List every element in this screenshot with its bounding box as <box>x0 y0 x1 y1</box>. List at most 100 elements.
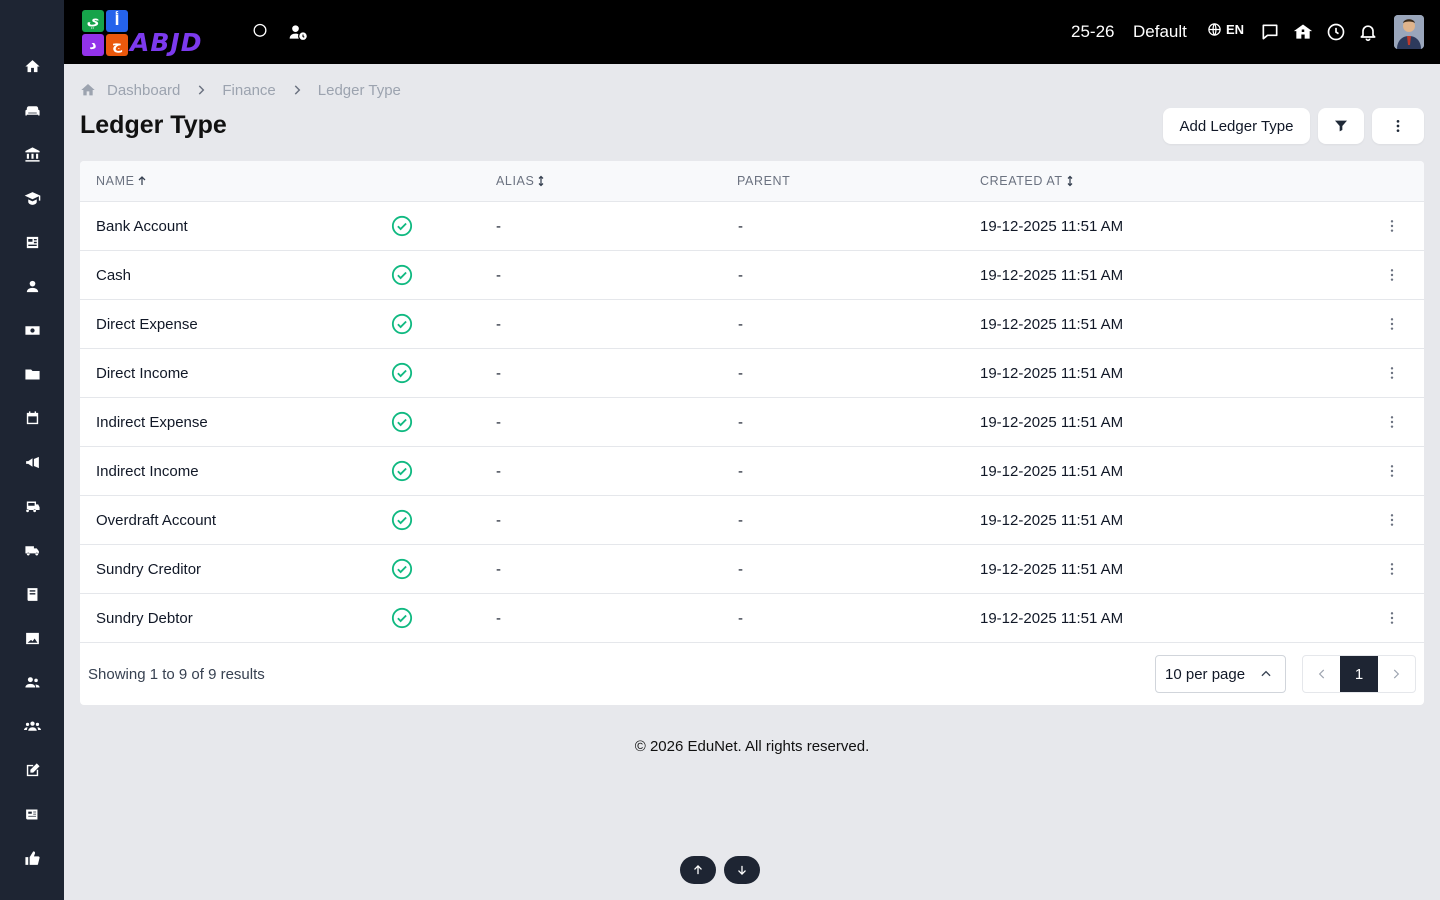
per-page-select[interactable]: 10 per page <box>1155 655 1286 693</box>
copyright: © 2026 EduNet. All rights reserved. <box>634 738 870 755</box>
column-parent: PARENT <box>737 174 790 188</box>
column-name[interactable]: NAME <box>96 174 148 188</box>
row-actions-button[interactable] <box>1382 510 1402 530</box>
kebab-icon <box>1390 465 1394 477</box>
news-icon[interactable] <box>22 804 42 824</box>
column-created-at[interactable]: CREATED AT <box>980 174 1076 188</box>
scroll-up-button[interactable] <box>680 856 716 884</box>
logo-letter: ي <box>82 10 104 32</box>
chevron-right-icon <box>1394 669 1400 679</box>
home-icon[interactable] <box>22 56 42 76</box>
edit-icon[interactable] <box>22 760 42 780</box>
avatar[interactable] <box>1394 15 1424 49</box>
row-actions-button[interactable] <box>1382 314 1402 334</box>
filter-button[interactable] <box>1318 108 1364 144</box>
table-row[interactable]: Direct Income - - 19-12-2025 11:51 AM <box>80 349 1424 398</box>
more-options-button[interactable] <box>1372 108 1424 144</box>
image-icon[interactable] <box>22 628 42 648</box>
truck-icon[interactable] <box>22 540 42 560</box>
topbar: ي أ د ج ABJD 25-26 Default EN <box>64 0 1440 64</box>
graduation-icon[interactable] <box>22 188 42 208</box>
table-row[interactable]: Sundry Debtor - - 19-12-2025 11:51 AM <box>80 594 1424 643</box>
circle-icon[interactable] <box>248 20 272 44</box>
pagination: 1 <box>1302 655 1416 693</box>
ledger-alias: - <box>496 463 501 480</box>
bus-icon[interactable] <box>22 496 42 516</box>
home-icon[interactable] <box>80 82 96 98</box>
calendar-icon[interactable] <box>22 408 42 428</box>
newspaper-icon[interactable] <box>22 232 42 252</box>
arrow-up-icon <box>694 865 702 875</box>
logo-letter: د <box>82 34 104 56</box>
scroll-down-button[interactable] <box>724 856 760 884</box>
filter-icon <box>1335 120 1347 132</box>
ledger-name: Direct Income <box>96 365 189 382</box>
session-year[interactable]: 25-26 <box>1071 22 1114 42</box>
breadcrumb-dashboard[interactable]: Dashboard <box>107 82 180 99</box>
logo-letter: ج <box>106 34 128 56</box>
table-row[interactable]: Indirect Income - - 19-12-2025 11:51 AM <box>80 447 1424 496</box>
kebab-icon <box>1390 612 1394 624</box>
row-actions-button[interactable] <box>1382 559 1402 579</box>
table-row[interactable]: Cash - - 19-12-2025 11:51 AM <box>80 251 1424 300</box>
bank-icon[interactable] <box>22 144 42 164</box>
ledger-name: Sundry Debtor <box>96 610 193 627</box>
check-circle-icon <box>391 215 413 237</box>
school-icon[interactable] <box>1291 20 1315 44</box>
table-row[interactable]: Overdraft Account - - 19-12-2025 11:51 AM <box>80 496 1424 545</box>
thumbs-up-icon[interactable] <box>22 848 42 868</box>
table-row[interactable]: Sundry Creditor - - 19-12-2025 11:51 AM <box>80 545 1424 594</box>
sofa-icon[interactable] <box>22 100 42 120</box>
ledger-created-at: 19-12-2025 11:51 AM <box>980 463 1124 480</box>
prev-page-button[interactable] <box>1303 656 1340 692</box>
ledger-created-at: 19-12-2025 11:51 AM <box>980 365 1124 382</box>
check-circle-icon <box>391 509 413 531</box>
row-actions-button[interactable] <box>1382 412 1402 432</box>
column-created-at-label: CREATED AT <box>980 174 1063 188</box>
breadcrumb-finance[interactable]: Finance <box>222 82 275 99</box>
ledger-created-at: 19-12-2025 11:51 AM <box>980 561 1124 578</box>
clock-icon[interactable] <box>1324 20 1348 44</box>
message-icon[interactable] <box>1258 20 1282 44</box>
table-row[interactable]: Bank Account - - 19-12-2025 11:51 AM <box>80 202 1424 251</box>
row-actions-button[interactable] <box>1382 216 1402 236</box>
ledger-alias: - <box>496 267 501 284</box>
kebab-icon <box>1396 120 1400 132</box>
page-button[interactable]: 1 <box>1340 656 1378 692</box>
bell-icon[interactable] <box>1356 20 1380 44</box>
kebab-icon <box>1390 563 1394 575</box>
kebab-icon <box>1390 514 1394 526</box>
chevron-left-icon <box>1318 669 1324 679</box>
users-icon[interactable] <box>22 672 42 692</box>
folder-icon[interactable] <box>22 364 42 384</box>
table-row[interactable]: Indirect Expense - - 19-12-2025 11:51 AM <box>80 398 1424 447</box>
group-icon[interactable] <box>22 716 42 736</box>
row-actions-button[interactable] <box>1382 608 1402 628</box>
check-circle-icon <box>391 607 413 629</box>
logo-text: ABJD <box>130 28 203 57</box>
user-icon[interactable] <box>22 276 42 296</box>
chevron-up-icon <box>1261 670 1271 677</box>
ledger-name: Direct Expense <box>96 316 198 333</box>
column-alias[interactable]: ALIAS <box>496 174 547 188</box>
ledger-alias: - <box>496 610 501 627</box>
ledger-alias: - <box>496 512 501 529</box>
language-switcher[interactable]: EN <box>1207 22 1244 37</box>
breadcrumb-current: Ledger Type <box>317 81 401 99</box>
ledger-name: Cash <box>96 267 132 284</box>
ledger-name: Indirect Income <box>96 463 199 480</box>
row-actions-button[interactable] <box>1382 461 1402 481</box>
kebab-icon <box>1390 318 1394 330</box>
school-name[interactable]: Default <box>1133 22 1187 42</box>
next-page-button[interactable] <box>1378 656 1415 692</box>
megaphone-icon[interactable] <box>22 452 42 472</box>
money-icon[interactable] <box>22 320 42 340</box>
row-actions-button[interactable] <box>1382 265 1402 285</box>
add-ledger-type-button[interactable]: Add Ledger Type <box>1163 108 1310 144</box>
logo[interactable]: ي أ د ج ABJD <box>80 8 224 57</box>
book-icon[interactable] <box>22 584 42 604</box>
table-row[interactable]: Direct Expense - - 19-12-2025 11:51 AM <box>80 300 1424 349</box>
row-actions-button[interactable] <box>1382 363 1402 383</box>
ledger-created-at: 19-12-2025 11:51 AM <box>980 512 1124 529</box>
user-clock-icon[interactable] <box>286 20 310 44</box>
